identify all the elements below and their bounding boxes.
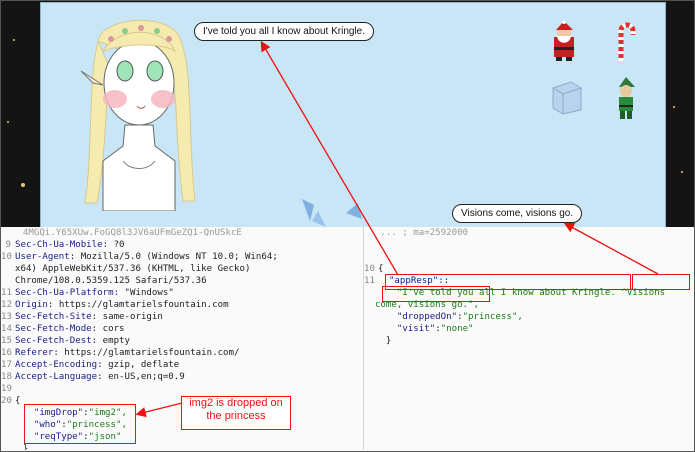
annotation-arrows xyxy=(135,40,659,418)
